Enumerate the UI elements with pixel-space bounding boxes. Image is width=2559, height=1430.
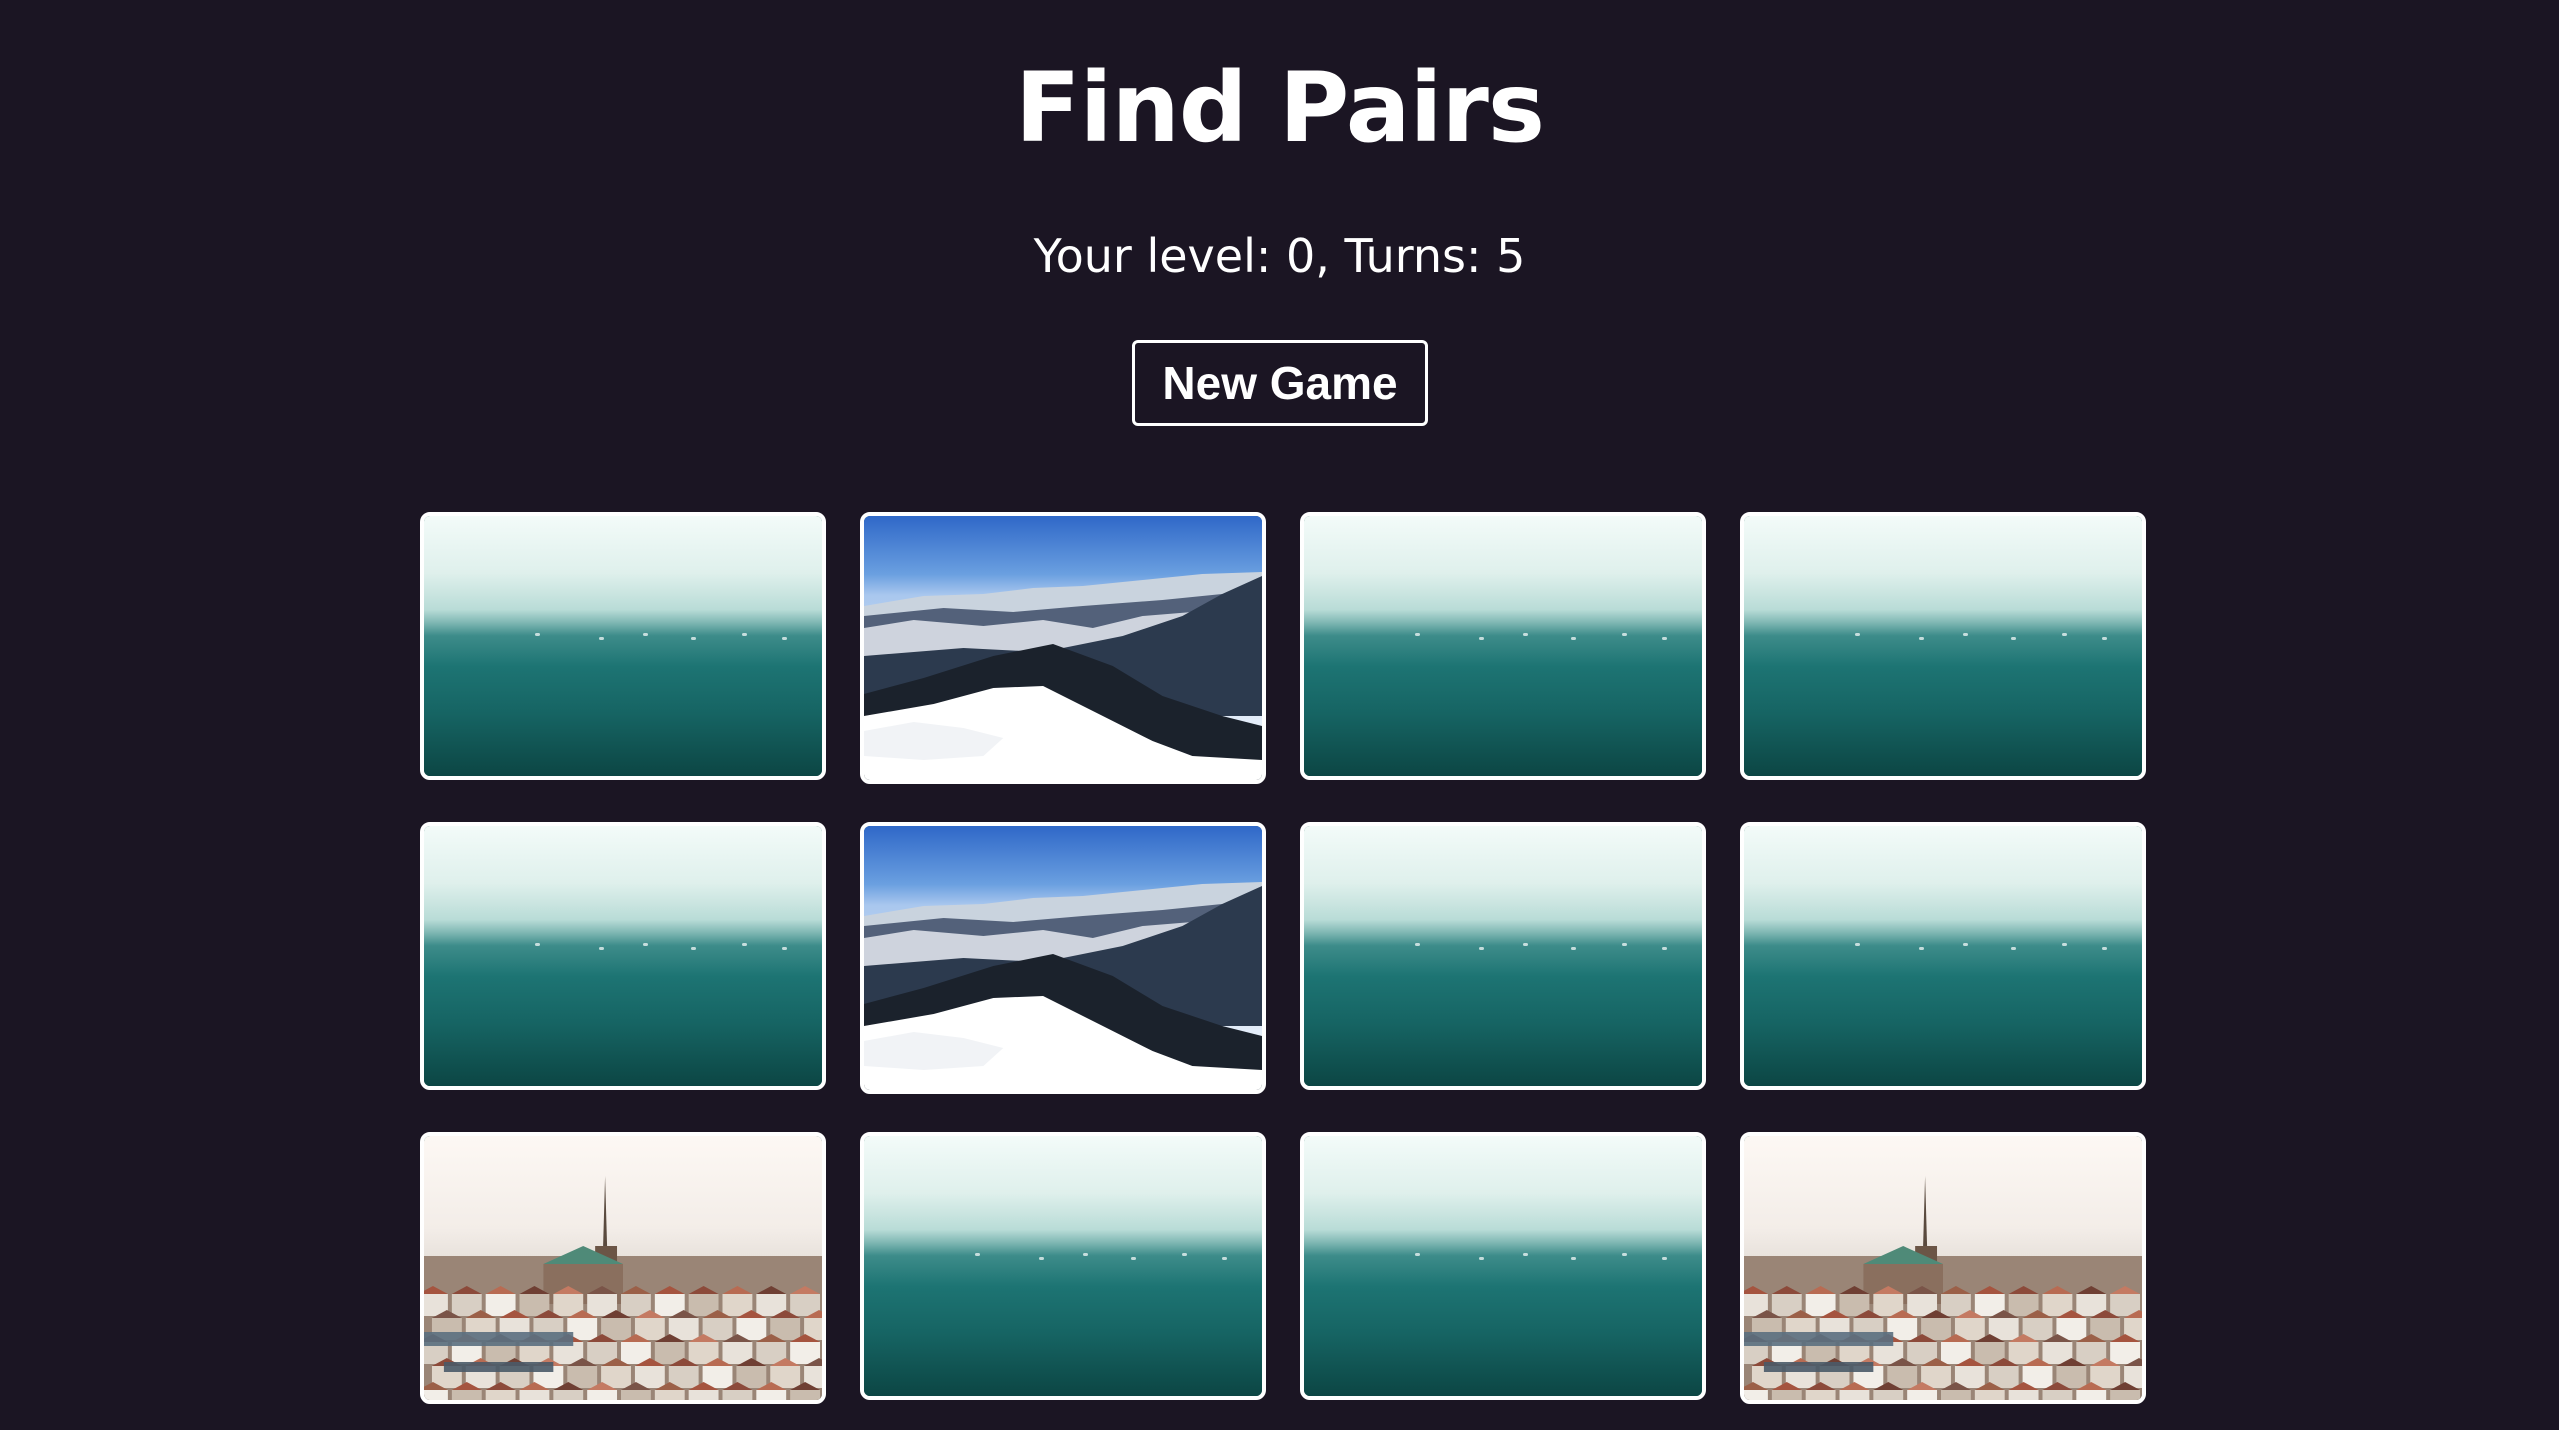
boat-glint [1570,946,1576,950]
boat-glint [1479,946,1485,950]
memory-card-face-down[interactable] [1740,512,2146,780]
boat-glint [1415,633,1421,636]
boat-glint [1622,1253,1628,1256]
boat-glint [1962,633,1968,636]
memory-card-face-up[interactable] [860,512,1266,784]
boat-glint [1622,943,1628,946]
boat-glint [1479,1256,1485,1260]
boat-glint [690,946,696,950]
boat-glint [599,946,605,950]
memory-card-face-down[interactable] [1300,512,1706,780]
sea-card-back-image [424,516,822,776]
boat-glint [1479,636,1485,640]
city-cathedral-image [424,1136,822,1400]
boat-glint [535,633,541,636]
page-title: Find Pairs [1015,52,1545,164]
boat-glint [1662,1256,1668,1260]
new-game-button[interactable]: New Game [1132,340,1428,426]
sea-card-back-image [1304,516,1702,776]
sea-card-back-image [1744,516,2142,776]
boat-glint [1522,633,1528,636]
snowy-mountain-image [864,516,1262,780]
boat-glint [1919,946,1925,950]
boat-glint [2102,636,2108,640]
boat-glint [1130,1256,1136,1260]
sea-card-back-image [864,1136,1262,1396]
boat-glint [782,636,788,640]
boat-glint [2062,943,2068,946]
boat-glint [1222,1256,1228,1260]
memory-card-face-up[interactable] [1740,1132,2146,1404]
boat-glint [642,633,648,636]
sea-card-back-image [1744,826,2142,1086]
level-turns-status: Your level: 0, Turns: 5 [1033,229,1526,283]
boat-glint [782,946,788,950]
boat-glint [1039,1256,1045,1260]
boat-glint [1570,636,1576,640]
memory-card-face-down[interactable] [420,512,826,780]
snowy-mountain-image [864,826,1262,1090]
boat-glint [1570,1256,1576,1260]
boat-glint [1082,1253,1088,1256]
boat-glint [2062,633,2068,636]
sea-card-back-image [424,826,822,1086]
boat-glint [1962,943,1968,946]
boat-glint [1662,636,1668,640]
boat-glint [742,633,748,636]
boat-glint [2010,636,2016,640]
memory-card-face-down[interactable] [1300,1132,1706,1400]
boat-glint [1855,943,1861,946]
boat-glint [1415,1253,1421,1256]
memory-card-face-down[interactable] [420,822,826,1090]
boat-glint [599,636,605,640]
city-cathedral-image [1744,1136,2142,1400]
memory-card-face-down[interactable] [1740,822,2146,1090]
sea-card-back-image [1304,826,1702,1086]
boat-glint [1182,1253,1188,1256]
boat-glint [1415,943,1421,946]
memory-card-face-down[interactable] [1300,822,1706,1090]
boat-glint [2102,946,2108,950]
memory-card-face-up[interactable] [860,822,1266,1094]
memory-card-face-up[interactable] [420,1132,826,1404]
boat-glint [1855,633,1861,636]
boat-glint [1919,636,1925,640]
boat-glint [1522,1253,1528,1256]
card-grid [420,512,2148,1404]
boat-glint [975,1253,981,1256]
boat-glint [690,636,696,640]
find-pairs-game: Find Pairs Your level: 0, Turns: 5 New G… [0,0,2559,1430]
boat-glint [1522,943,1528,946]
memory-card-face-down[interactable] [860,1132,1266,1400]
boat-glint [742,943,748,946]
sea-card-back-image [1304,1136,1702,1396]
boat-glint [2010,946,2016,950]
boat-glint [1622,633,1628,636]
boat-glint [642,943,648,946]
boat-glint [1662,946,1668,950]
boat-glint [535,943,541,946]
